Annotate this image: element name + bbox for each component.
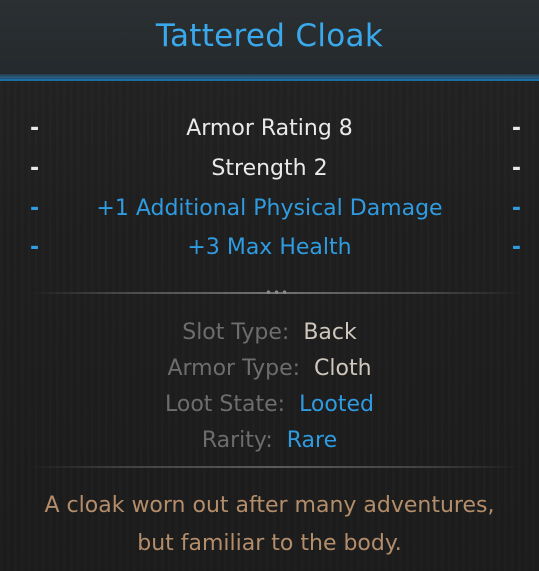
- stat-dash-right: -: [511, 156, 521, 181]
- property-value: Looted: [299, 392, 374, 417]
- stat-dash-right: -: [511, 196, 521, 221]
- property-label: Armor Type:: [167, 356, 301, 381]
- description-line: but familiar to the body.: [137, 531, 402, 556]
- property-value: Back: [303, 320, 357, 345]
- stat-row-physical-damage: - +1 Additional Physical Damage -: [0, 196, 539, 226]
- property-label: Loot State:: [165, 392, 286, 417]
- property-value: Cloth: [314, 356, 372, 381]
- description-line: A cloak worn out after many adventures,: [44, 493, 495, 518]
- stat-dash-right: -: [511, 116, 521, 141]
- item-tooltip: Tattered Cloak - Armor Rating 8 - - Stre…: [0, 0, 539, 571]
- property-label: Rarity:: [201, 428, 273, 453]
- header-divider: [0, 79, 539, 81]
- item-name: Tattered Cloak: [155, 18, 384, 54]
- stat-dash-right: -: [511, 235, 521, 260]
- property-rarity: Rarity: Rare: [0, 428, 539, 458]
- stat-text: Strength 2: [211, 156, 328, 181]
- stat-row-max-health: - +3 Max Health -: [0, 235, 539, 265]
- property-loot-state: Loot State: Looted: [0, 392, 539, 422]
- stat-text: +1 Additional Physical Damage: [96, 196, 443, 221]
- stat-row-armor-rating: - Armor Rating 8 -: [0, 116, 539, 146]
- property-label: Slot Type:: [182, 320, 290, 345]
- section-divider: [30, 466, 520, 468]
- stat-text: Armor Rating 8: [186, 116, 353, 141]
- property-slot-type: Slot Type: Back: [0, 320, 539, 350]
- stat-text: +3 Max Health: [187, 235, 352, 260]
- item-description: A cloak worn out after many adventures, …: [0, 487, 539, 563]
- divider-ornament: •••: [264, 286, 290, 300]
- property-value: Rare: [286, 428, 338, 453]
- property-armor-type: Armor Type: Cloth: [0, 356, 539, 386]
- stat-row-strength: - Strength 2 -: [0, 156, 539, 186]
